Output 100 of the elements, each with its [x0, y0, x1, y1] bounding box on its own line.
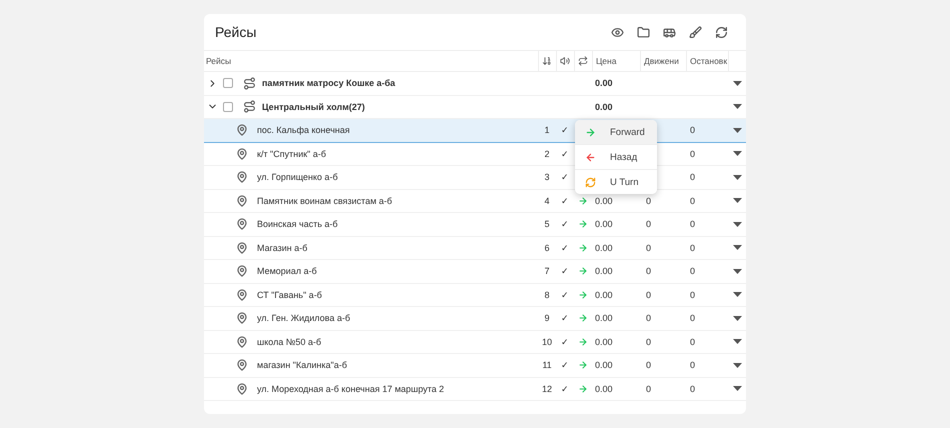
price: 0.00	[594, 219, 614, 230]
dropdown-caret-icon[interactable]	[732, 222, 742, 227]
menu-item[interactable]: Forward	[575, 120, 657, 145]
stop-name[interactable]: ул. Мореходная а-б конечная 17 маршрута 2	[257, 384, 444, 394]
movement-count: 0	[645, 360, 652, 370]
dropdown-caret-icon[interactable]	[732, 362, 742, 368]
price: 0.00	[594, 78, 614, 88]
stop-number: 5	[543, 219, 550, 230]
stop-number: 9	[543, 313, 550, 324]
route-icon	[243, 76, 256, 90]
stop-number: 2	[543, 148, 550, 159]
column-header: Цена	[596, 56, 616, 66]
stop-name[interactable]: к/т "Спутник" а-б	[257, 148, 326, 159]
dropdown-caret-icon[interactable]	[732, 104, 742, 110]
map-pin-icon	[236, 359, 248, 372]
brush-icon[interactable]	[688, 25, 702, 39]
movement-count: 0	[645, 266, 652, 276]
stops-count: 0	[689, 196, 696, 206]
dropdown-caret-icon[interactable]	[732, 268, 742, 274]
right-arrow-icon	[578, 360, 588, 370]
stop-number: 7	[543, 266, 550, 276]
stop-name[interactable]: Мемориал а-б	[257, 266, 317, 276]
stops-count: 0	[689, 219, 696, 230]
dropdown-caret-icon[interactable]	[732, 80, 742, 86]
dropdown-caret-icon[interactable]	[732, 245, 742, 250]
refresh-icon[interactable]	[714, 25, 728, 39]
map-pin-icon	[236, 265, 248, 278]
dropdown-caret-icon[interactable]	[732, 198, 742, 204]
dropdown-caret-icon[interactable]	[732, 128, 742, 133]
price: 0.00	[594, 196, 614, 206]
movement-count: 0	[645, 219, 652, 230]
stops-count: 0	[689, 266, 696, 276]
stop-number: 1	[543, 125, 550, 136]
price: 0.00	[594, 242, 614, 253]
stop-number: 4	[543, 196, 550, 206]
stop-name[interactable]: Магазин а-б	[257, 242, 308, 253]
dropdown-caret-icon[interactable]	[732, 316, 742, 321]
right-arrow-icon	[578, 242, 588, 253]
check-mark: ✓	[560, 384, 570, 394]
movement-count: 0	[645, 336, 652, 347]
route-name: Центральный холм(27)	[262, 102, 365, 112]
menu-item[interactable]: Назад	[575, 145, 657, 170]
price: 0.00	[594, 360, 614, 370]
column-header: Остановк	[690, 56, 728, 66]
check-mark: ✓	[560, 196, 570, 206]
folder-icon[interactable]	[636, 25, 650, 39]
dropdown-caret-icon[interactable]	[732, 292, 742, 298]
price: 0.00	[594, 384, 614, 394]
price: 0.00	[594, 313, 614, 324]
stop-name[interactable]: Воинская часть а-б	[257, 219, 338, 230]
stop-name[interactable]: ул. Горпищенко а-б	[257, 172, 338, 182]
check-mark: ✓	[560, 360, 570, 370]
right-arrow-icon	[578, 290, 588, 300]
menu-item[interactable]: U Turn	[575, 170, 657, 194]
stops-count: 0	[689, 290, 696, 300]
check-mark: ✓	[560, 148, 570, 159]
dropdown-caret-icon[interactable]	[732, 386, 742, 392]
price: 0.00	[594, 290, 614, 300]
column-header: Рейсы	[206, 56, 232, 66]
dropdown-caret-icon[interactable]	[732, 151, 742, 156]
stop-name[interactable]: ул. Ген. Жидилова а-б	[257, 313, 350, 324]
checkbox[interactable]	[223, 78, 233, 88]
stop-name[interactable]: Памятник воинам связистам а-б	[257, 196, 392, 206]
check-mark: ✓	[560, 242, 570, 253]
panel-title: Рейсы	[215, 24, 256, 40]
dropdown-caret-icon[interactable]	[732, 339, 742, 344]
movement-count: 0	[645, 196, 652, 206]
movement-count: 0	[645, 384, 652, 394]
map-pin-icon	[236, 242, 248, 254]
right-arrow-icon	[578, 384, 588, 394]
check-mark: ✓	[560, 336, 570, 347]
route-name: памятник матросу Кошке а-ба	[262, 78, 396, 88]
eye-icon[interactable]	[610, 25, 624, 39]
stop-number: 3	[543, 172, 550, 182]
movement-count: 0	[645, 242, 652, 253]
stop-number: 12	[540, 384, 553, 394]
speaker-icon[interactable]	[560, 56, 570, 66]
dropdown-caret-icon[interactable]	[732, 174, 742, 180]
stops-count: 0	[689, 172, 696, 182]
map-pin-icon	[236, 336, 248, 348]
stop-name[interactable]: школа №50 а-б	[257, 336, 322, 347]
map-pin-icon	[236, 312, 248, 324]
right-arrow-icon	[578, 313, 588, 324]
checkbox[interactable]	[223, 102, 233, 112]
check-mark: ✓	[560, 290, 570, 300]
stop-number: 11	[541, 360, 553, 370]
repeat-icon[interactable]	[578, 56, 588, 66]
stop-name[interactable]: СТ "Гавань" а-б	[257, 290, 322, 300]
movement-count: 0	[645, 290, 652, 300]
map-pin-icon	[236, 194, 248, 207]
stop-name[interactable]: пос. Кальфа конечная	[257, 125, 350, 136]
check-mark: ✓	[560, 313, 570, 324]
right-arrow-icon	[578, 196, 588, 206]
right-arrow-icon	[578, 266, 588, 276]
map-pin-icon	[236, 124, 248, 136]
check-mark: ✓	[560, 266, 570, 276]
sort-icon[interactable]	[542, 56, 552, 66]
stop-number: 10	[540, 336, 553, 347]
stops-count: 0	[689, 360, 696, 370]
stop-name[interactable]: магазин "Калинка"а-б	[257, 360, 347, 370]
